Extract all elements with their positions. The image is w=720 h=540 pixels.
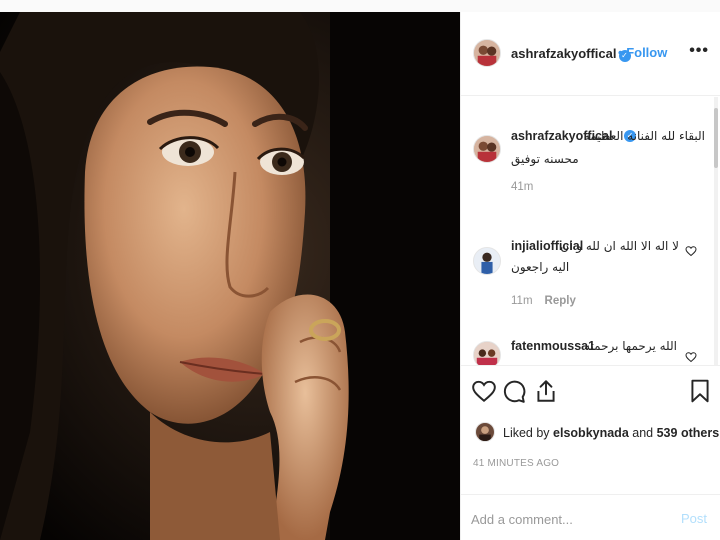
author-avatar[interactable] <box>473 39 501 67</box>
post-comment-button[interactable]: Post <box>681 511 707 526</box>
comment-text-line1: لا اله الا الله ان لله و ان <box>560 239 679 253</box>
add-comment-input[interactable] <box>471 508 671 530</box>
comment-like-heart-icon[interactable] <box>685 245 697 257</box>
commenter-avatar[interactable] <box>473 247 501 275</box>
commenter-avatar-image <box>474 342 500 365</box>
post-actions-section: Liked by elsobkynada and 539 others 41 M… <box>461 365 720 540</box>
comment-time[interactable]: 11m <box>511 295 533 307</box>
comment-time[interactable]: 41m <box>511 181 533 193</box>
comment-item: fatenmoussa1 الله يرحمها برحمته <box>461 329 711 365</box>
reply-button[interactable]: Reply <box>545 295 576 307</box>
share-icon[interactable] <box>533 378 559 404</box>
post-timestamp[interactable]: 41 MINUTES AGO <box>473 458 559 469</box>
post-details-panel: ashrafzakyoffical ✓ • Follow ••• ashrafza… <box>460 12 720 540</box>
follow-button-label[interactable]: Follow <box>626 45 667 60</box>
caption-comment: ashrafzakyoffical ✓ البقاء لله الفنانه ا… <box>461 97 711 207</box>
likes-prefix: Liked by <box>503 426 550 440</box>
likes-summary[interactable]: Liked by elsobkynada and 539 others <box>475 422 719 446</box>
likes-text: Liked by elsobkynada and 539 others <box>503 426 719 440</box>
comment-icon[interactable] <box>501 378 527 404</box>
instagram-post-window: ashrafzakyoffical ✓ • Follow ••• ashrafza… <box>0 0 720 540</box>
author-username[interactable]: ashrafzakyoffical ✓ <box>511 46 631 62</box>
bookmark-icon[interactable] <box>687 378 713 404</box>
comment-username[interactable]: fatenmoussa1 <box>511 339 595 353</box>
comment-text-line2: محسنه توفيق <box>511 152 579 166</box>
portrait-image <box>0 12 460 540</box>
comment-text-line1: الله يرحمها برحمته <box>584 339 677 353</box>
likes-and: and <box>632 426 654 440</box>
comment-text-line1: البقاء لله الفنانه العظيمه <box>583 129 705 143</box>
heart-icon[interactable] <box>471 378 497 404</box>
author-avatar-image <box>474 40 500 66</box>
commenter-avatar[interactable] <box>473 135 501 163</box>
post-header: ashrafzakyoffical ✓ • Follow ••• <box>461 12 720 96</box>
more-options-icon[interactable]: ••• <box>689 42 709 60</box>
author-username-text[interactable]: ashrafzakyoffical <box>511 46 617 61</box>
comment-item: injialiofficial لا اله الا الله ان لله و… <box>461 225 711 315</box>
liker-avatar-image <box>476 423 494 441</box>
liker-username[interactable]: elsobkynada <box>553 426 629 440</box>
comment-like-heart-icon[interactable] <box>685 351 697 363</box>
follow-button[interactable]: • Follow <box>618 45 667 60</box>
commenter-avatar[interactable] <box>473 341 501 365</box>
comment-text-line2: اليه راجعون <box>511 260 570 274</box>
post-photo[interactable] <box>0 12 460 540</box>
add-comment-bar: Post <box>461 494 720 540</box>
comment-meta: 11m Reply <box>511 295 576 307</box>
liker-avatar[interactable] <box>475 422 495 442</box>
likes-others-link[interactable]: 539 others <box>657 426 720 440</box>
commenter-avatar-image <box>474 248 500 274</box>
commenter-avatar-image <box>474 136 500 162</box>
comments-list: ashrafzakyoffical ✓ البقاء لله الفنانه ا… <box>461 97 720 365</box>
separator-dot: • <box>618 45 623 60</box>
